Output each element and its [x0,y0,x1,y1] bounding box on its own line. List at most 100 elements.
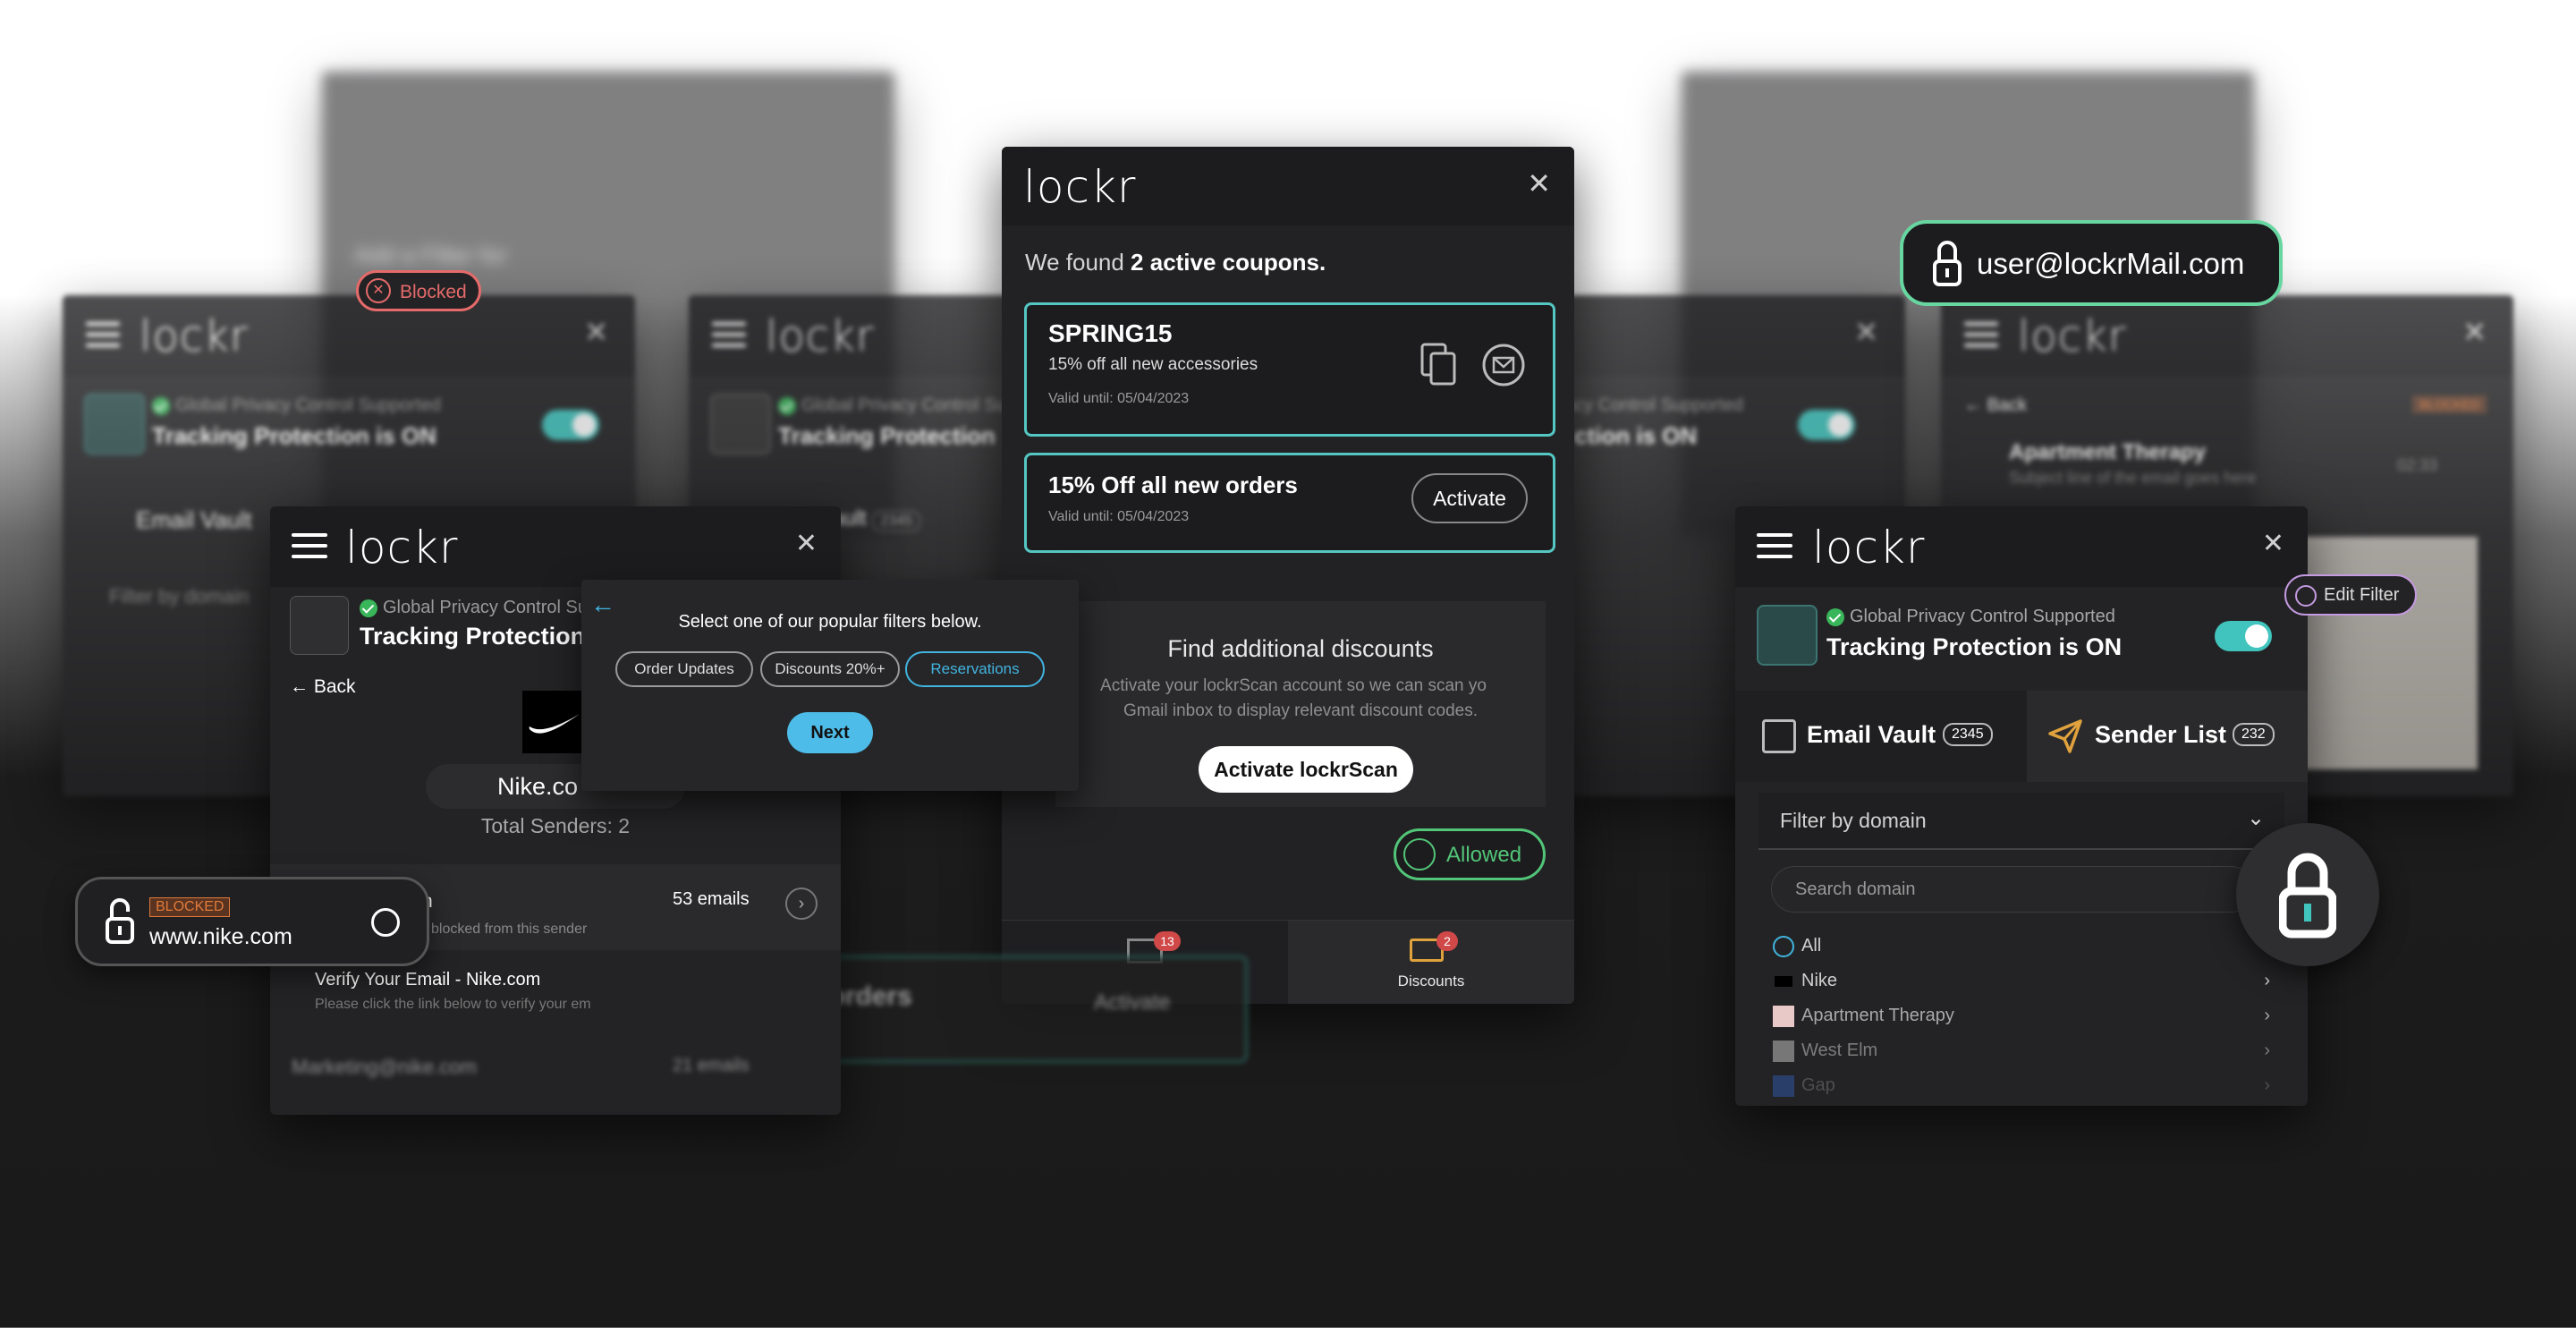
filter-by-domain-select[interactable]: Filter by domain ⌄ [1758,793,2284,850]
search-domain-input[interactable]: Search domain [1771,866,2254,913]
sender-sub: blocked from this sender [431,922,588,937]
close-icon[interactable]: ✕ [1527,166,1551,200]
email-row[interactable]: Verify Your Email - Nike.com Please clic… [295,959,816,1031]
tracking-label: Tracking Protection is ON [1826,633,2123,660]
gear-icon[interactable] [371,908,400,937]
next-button[interactable]: Next [787,712,873,753]
discounts-text-1: Activate your lockrScan account so we ca… [1100,676,1487,695]
menu-icon[interactable] [86,322,120,354]
logo: lockr [766,311,875,361]
gpc-label: Global Privacy Control Su [778,395,1006,416]
coupons-header: lockr ✕ [1002,147,1574,225]
blurred-coupon-button[interactable]: Activate [1094,990,1170,1015]
gpc-label: Global Privacy Control Supported [1826,607,2115,627]
close-icon[interactable]: ✕ [1854,315,1878,349]
back-link[interactable]: ← Back [290,676,356,698]
tracking-toggle[interactable] [542,410,599,440]
domain-label: Nike [1801,971,1838,990]
chevron-right-icon[interactable]: › [785,888,818,920]
total-senders: Total Senders: 2 [480,814,631,837]
coupons-found-text: We found 2 active coupons. [1025,249,1326,276]
domain-label: Apartment Therapy [1801,1006,1954,1025]
bg-left-header: lockr ✕ [63,295,635,376]
chevron-right-icon: › [2264,1006,2270,1025]
gear-icon[interactable] [84,394,145,454]
apartment-therapy-icon [1773,1006,1794,1027]
menu-icon[interactable] [1964,322,1998,354]
blocked-badge: ✕ Blocked [356,270,481,311]
nike-icon [1775,976,1792,987]
email-vault-tab[interactable]: Email Vault [136,506,252,534]
menu-icon[interactable] [712,322,746,354]
send-email-icon[interactable] [1481,343,1526,387]
coupon-15-off[interactable]: 15% Off all new orders Valid until: 05/0… [1024,453,1555,553]
domain-label: All [1801,936,1822,956]
close-icon[interactable]: ✕ [2462,315,2487,349]
activate-button[interactable]: Activate [1411,473,1528,523]
email-subject: Verify Your Email - Nike.com [315,970,541,990]
domain-label: Nike.co [497,773,579,800]
filter-popup: ← Select one of our popular filters belo… [581,580,1079,791]
time-label: 02:33 [2397,456,2438,474]
menu-icon[interactable] [292,533,327,565]
close-icon[interactable]: ✕ [2262,528,2284,559]
nav-discounts[interactable]: 2 Discounts [1288,921,1574,1004]
lock-icon [2278,850,2337,939]
close-icon[interactable]: ✕ [795,528,818,559]
coupon-valid: Valid until: 05/04/2023 [1048,391,1190,406]
tracking-label: Tracking Protection [360,623,586,650]
domain-label: West Elm [1801,1040,1878,1060]
nike-header: lockr ✕ [270,506,841,587]
chevron-right-icon: › [2264,1075,2270,1095]
edit-filter-label: Edit Filter [2324,585,2400,605]
chevron-down-icon: ⌄ [2247,806,2266,830]
vault-tab[interactable]: ault 2345 [832,506,920,531]
filter-by-domain[interactable]: Filter by domain [109,585,250,608]
gear-icon[interactable] [710,394,771,454]
bg-mid-header: lockr [689,295,1020,376]
tab-sender-list-label: Sender List [2095,721,2227,748]
gpc-label: acy Control Supported [1565,395,1744,415]
gpc-label: Global Privacy Control Su [360,598,588,618]
menu-icon[interactable] [1757,533,1792,565]
subject-line: Subject line of the email goes here [2009,469,2257,487]
tracking-label: Tracking Protection is ON [152,422,436,449]
activate-lockrscan-button[interactable]: Activate lockrScan [1199,746,1413,793]
email-preview: Please click the link below to verify yo… [315,997,591,1012]
chip-order-updates[interactable]: Order Updates [615,651,753,687]
tab-email-vault-label: Email Vault [1807,721,1936,748]
gear-icon[interactable] [290,596,349,655]
marketing-row[interactable]: Marketing@nike.com 21 emails [270,1043,841,1097]
edit-filter-button[interactable]: Edit Filter [2284,574,2417,616]
lock-fab-button[interactable] [2236,823,2379,966]
logo: lockr [1023,161,1137,213]
coupons-panel: lockr ✕ We found 2 active coupons. SPRIN… [1002,147,1574,1004]
tracking-toggle[interactable] [2215,621,2272,651]
bg-add-filter-text: Add a Filter for [354,242,507,268]
check-icon [1773,936,1794,957]
coupon-code: SPRING15 [1048,319,1173,347]
west-elm-icon [1773,1040,1794,1062]
blocked-x-icon: ✕ [366,278,391,303]
chip-reservations[interactable]: Reservations [905,651,1045,687]
coupon-desc: 15% off all new accessories [1048,355,1258,374]
copy-icon[interactable] [1419,343,1458,386]
back-link[interactable]: ← Back [1964,395,2027,416]
gear-icon[interactable] [1757,605,1818,666]
allowed-badge: Allowed [1394,828,1546,880]
filter-select-label: Filter by domain [1780,809,1927,832]
tracking-label: ction is ON [1574,422,1698,449]
logo: lockr [1812,522,1926,573]
gap-icon [1773,1075,1794,1097]
tab-email-vault[interactable]: Email Vault 2345 [1735,691,2027,782]
gpc-label: Global Privacy Control Supported [152,395,441,416]
discounts-count-badge: 2 [1436,931,1458,951]
bg-image [2281,537,2478,769]
tracking-toggle[interactable] [1798,410,1855,440]
coupon-spring15[interactable]: SPRING15 15% off all new accessories Val… [1024,302,1555,437]
tab-sender-list[interactable]: Sender List 232 [2027,691,2308,782]
sender-count: 53 emails [673,889,750,909]
chip-discounts[interactable]: Discounts 20%+ [760,651,900,687]
close-icon[interactable]: ✕ [584,315,608,349]
coupon-title: 15% Off all new orders [1048,471,1298,498]
